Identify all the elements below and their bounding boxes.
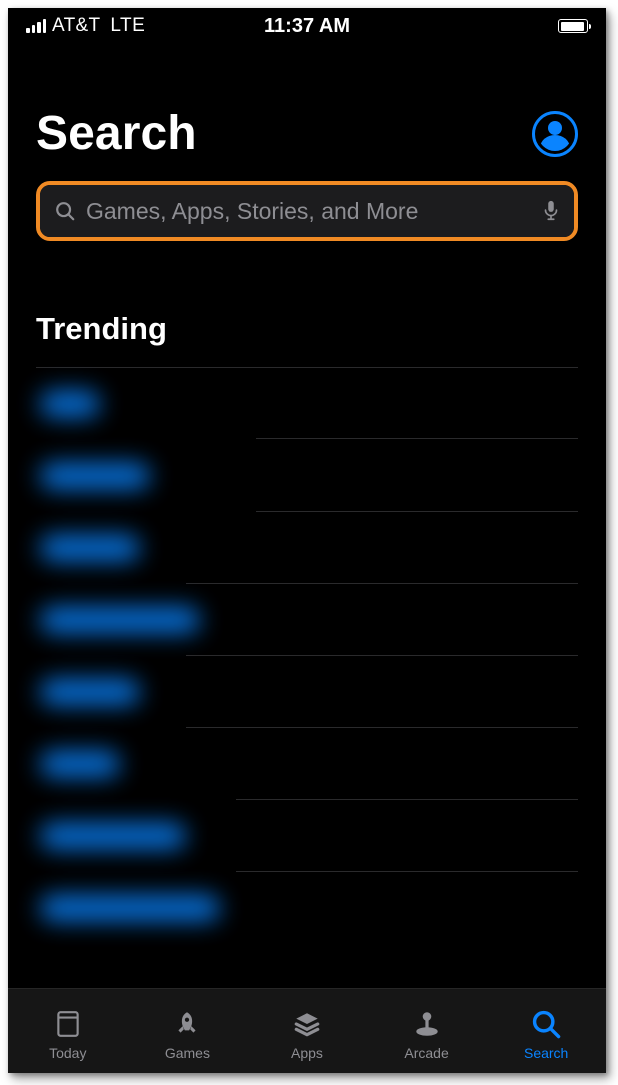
blurred-text (40, 463, 150, 489)
profile-button[interactable] (532, 111, 578, 157)
page-title: Search (36, 106, 197, 161)
blurred-text (40, 823, 186, 849)
status-bar: AT&T LTE 11:37 AM (8, 8, 606, 44)
stack-icon (290, 1007, 324, 1041)
blurred-text (40, 391, 100, 417)
tab-label: Today (49, 1045, 86, 1061)
rocket-icon (170, 1007, 204, 1041)
blurred-text (40, 679, 140, 705)
trending-list (36, 367, 578, 944)
battery-icon (558, 19, 588, 33)
trending-item[interactable] (36, 368, 578, 440)
tab-games[interactable]: Games (128, 989, 248, 1073)
tab-label: Games (165, 1045, 210, 1061)
status-left: AT&T LTE (26, 15, 145, 37)
tab-label: Search (524, 1045, 568, 1061)
person-circle-icon (538, 117, 572, 151)
tab-search[interactable]: Search (486, 989, 606, 1073)
carrier-label: AT&T (52, 15, 100, 37)
search-field[interactable] (40, 185, 574, 237)
search-icon (54, 200, 76, 222)
today-icon (51, 1007, 85, 1041)
tab-bar: Today Games Apps (8, 988, 606, 1073)
joystick-icon (410, 1007, 444, 1041)
tab-arcade[interactable]: Arcade (367, 989, 487, 1073)
network-label: LTE (110, 15, 145, 37)
tab-apps[interactable]: Apps (247, 989, 367, 1073)
blurred-text (40, 751, 120, 777)
trending-item[interactable] (36, 728, 578, 800)
trending-item[interactable] (36, 800, 578, 872)
app-store-search-screen: AT&T LTE 11:37 AM Search (8, 8, 606, 1073)
trending-item[interactable] (36, 440, 578, 512)
blurred-text (40, 535, 140, 561)
search-field-highlight (36, 181, 578, 241)
trending-section: Trending (8, 241, 606, 988)
microphone-icon[interactable] (542, 200, 560, 222)
trending-item[interactable] (36, 872, 578, 944)
search-icon (529, 1007, 563, 1041)
trending-item[interactable] (36, 512, 578, 584)
trending-item[interactable] (36, 656, 578, 728)
tab-label: Arcade (404, 1045, 448, 1061)
signal-strength-icon (26, 19, 46, 33)
search-input[interactable] (86, 198, 532, 225)
tab-today[interactable]: Today (8, 989, 128, 1073)
trending-item[interactable] (36, 584, 578, 656)
tab-label: Apps (291, 1045, 323, 1061)
blurred-text (40, 895, 220, 921)
header: Search (8, 44, 606, 161)
status-right (558, 19, 588, 33)
blurred-text (40, 607, 200, 633)
trending-heading: Trending (36, 311, 578, 347)
status-time: 11:37 AM (264, 15, 350, 38)
